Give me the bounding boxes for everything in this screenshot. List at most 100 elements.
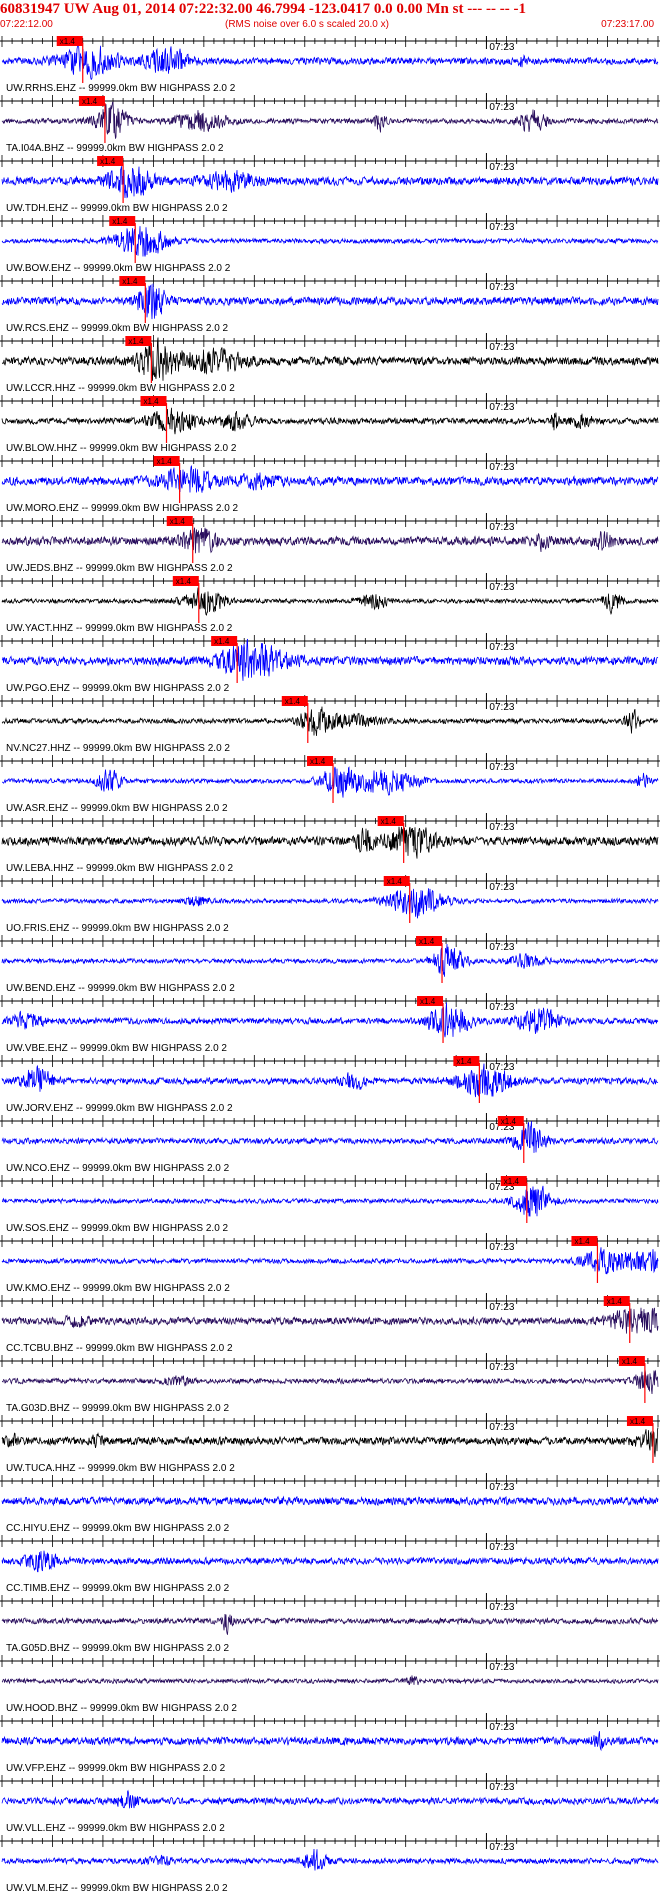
minute-label: 07:23 <box>489 222 514 233</box>
waveform <box>1 166 659 199</box>
waveform <box>1 1063 659 1098</box>
trace-row: 07:23 UW.VFP.EHZ -- 99999.0km BW HIGHPASS… <box>0 1713 660 1774</box>
minute-label: 07:23 <box>489 1362 514 1373</box>
trace-row: 07:23 UW.JEDS.BHZ -- 99999.0km BW HIGHPAS… <box>0 513 660 574</box>
trace-row: 07:23 TA.G05D.BHZ -- 99999.0km BW HIGHPAS… <box>0 1593 660 1654</box>
station-label: TA.G05D.BHZ -- 99999.0km BW HIGHPASS 2.0… <box>6 1643 229 1654</box>
record-header: 60831947 UW Aug 01, 2014 07:22:32.00 46.… <box>0 0 660 36</box>
waveform <box>1 1185 659 1217</box>
waveform <box>1 1848 659 1871</box>
waveform <box>1 1247 659 1275</box>
trace-row: 07:23 UW.YACT.HHZ -- 99999.0km BW HIGHPAS… <box>0 573 660 634</box>
pick-label: x1.4 <box>128 337 144 346</box>
pick-label: x1.4 <box>82 97 98 106</box>
pick-marker: x1.4 <box>56 36 84 83</box>
waveform <box>1 1613 659 1635</box>
pick-label: x1.4 <box>501 1117 517 1126</box>
station-label: UW.RRHS.EHZ -- 99999.0km BW HIGHPASS 2.0… <box>6 83 236 94</box>
station-label: UW.VLL.EHZ -- 99999.0km BW HIGHPASS 2.0 … <box>6 1823 225 1834</box>
trace-row: 07:23 UW.RRHS.EHZ -- 99999.0km BW HIGHPAS… <box>0 36 660 94</box>
minute-label: 07:23 <box>489 1842 514 1853</box>
waveform <box>1 888 659 919</box>
station-label: UW.MORO.EHZ -- 99999.0km BW HIGHPASS 2.0… <box>6 503 239 514</box>
waveform <box>1 43 659 80</box>
waveform <box>1 1002 659 1038</box>
station-label: UW.RCS.EHZ -- 99999.0km BW HIGHPASS 2.0 … <box>6 323 229 334</box>
minute-label: 07:23 <box>489 522 514 533</box>
minute-label: 07:23 <box>489 1242 514 1253</box>
rms-note: (RMS noise over 6.0 s scaled 20.0 x) <box>225 19 389 30</box>
trace-row: 07:23 UO.FRIS.EHZ -- 99999.0km BW HIGHPAS… <box>0 873 660 934</box>
station-label: NV.NC27.HHZ -- 99999.0km BW HIGHPASS 2.0… <box>6 743 230 754</box>
trace-row: 07:23 UW.BOW.EHZ -- 99999.0km BW HIGHPASS… <box>0 213 660 274</box>
waveform <box>1 226 659 257</box>
station-label: UW.BEND.EHZ -- 99999.0km BW HIGHPASS 2.0… <box>6 983 235 994</box>
waveform <box>1 1550 659 1573</box>
minute-label: 07:23 <box>489 942 514 953</box>
station-label: UW.VLM.EHZ -- 99999.0km BW HIGHPASS 2.0 … <box>6 1883 228 1894</box>
waveform <box>1 1427 659 1457</box>
station-label: UW.JEDS.BHZ -- 99999.0km BW HIGHPASS 2.0… <box>6 563 233 574</box>
pick-label: x1.4 <box>112 217 128 226</box>
pick-label: x1.4 <box>122 277 138 286</box>
station-label: UW.KMO.EHZ -- 99999.0km BW HIGHPASS 2.0 … <box>6 1283 230 1294</box>
pick-label: x1.4 <box>387 877 403 886</box>
minute-label: 07:23 <box>489 702 514 713</box>
trace-row: 07:23 UW.ASR.EHZ -- 99999.0km BW HIGHPASS… <box>0 753 660 814</box>
station-label: UW.YACT.HHZ -- 99999.0km BW HIGHPASS 2.0… <box>6 623 233 634</box>
pick-label: x1.4 <box>176 577 192 586</box>
minute-label: 07:23 <box>489 582 514 593</box>
minute-label: 07:23 <box>489 882 514 893</box>
station-label: UW.LEBA.HHZ -- 99999.0km BW HIGHPASS 2.0… <box>6 863 234 874</box>
waveform <box>1 1731 659 1752</box>
trace-row: 07:23 UW.KMO.EHZ -- 99999.0km BW HIGHPASS… <box>0 1233 660 1294</box>
pick-label: x1.4 <box>504 1177 520 1186</box>
station-label: TA.I04A.BHZ -- 99999.0km BW HIGHPASS 2.0… <box>6 143 224 154</box>
pick-label: x1.4 <box>310 757 326 766</box>
trace-row: 07:23 UW.MORO.EHZ -- 99999.0km BW HIGHPAS… <box>0 453 660 514</box>
pick-label: x1.4 <box>100 157 116 166</box>
start-time: 07:22:12.00 <box>0 19 53 30</box>
station-label: UW.BOW.EHZ -- 99999.0km BW HIGHPASS 2.0 … <box>6 263 231 274</box>
minute-label: 07:23 <box>489 342 514 353</box>
minute-label: 07:23 <box>489 1002 514 1013</box>
trace-row: 07:23 CC.HIYU.EHZ -- 99999.0km BW HIGHPAS… <box>0 1473 660 1534</box>
trace-row: 07:23 UW.BEND.EHZ -- 99999.0km BW HIGHPAS… <box>0 933 660 994</box>
minute-label: 07:23 <box>489 462 514 473</box>
minute-label: 07:23 <box>489 1062 514 1073</box>
trace-row: 07:23 UW.PGO.EHZ -- 99999.0km BW HIGHPASS… <box>0 633 660 694</box>
trace-row: 07:23 UW.VLM.EHZ -- 99999.0km BW HIGHPASS… <box>0 1833 660 1894</box>
minute-label: 07:23 <box>489 1722 514 1733</box>
waveform <box>2 766 659 798</box>
event-title: 60831947 UW Aug 01, 2014 07:22:32.00 46.… <box>0 1 526 17</box>
trace-row: 07:23UW.SOS.EHZ -- 99999.0km BW HIGHPASS… <box>0 1173 660 1234</box>
waveform <box>1 337 659 381</box>
station-label: UW.LCCR.HHZ -- 99999.0km BW HIGHPASS 2.0… <box>6 383 235 394</box>
trace-row: 07:23 UW.LCCR.HHZ -- 99999.0km BW HIGHPAS… <box>0 333 660 394</box>
waveform <box>1 1675 659 1686</box>
pick-label: x1.4 <box>170 517 186 526</box>
pick-label: x1.4 <box>630 1417 646 1426</box>
trace-row: 07:23 UW.RCS.EHZ -- 99999.0km BW HIGHPASS… <box>0 273 660 334</box>
minute-label: 07:23 <box>489 1482 514 1493</box>
pick-label: x1.4 <box>60 37 76 46</box>
station-label: UW.TUCA.HHZ -- 99999.0km BW HIGHPASS 2.0… <box>6 1463 235 1474</box>
minute-label: 07:23 <box>489 282 514 293</box>
waveform <box>1 101 659 139</box>
station-label: UW.HOOD.BHZ -- 99999.0km BW HIGHPASS 2.0… <box>6 1703 237 1714</box>
waveform <box>1 638 659 681</box>
waveform <box>1 527 659 554</box>
waveform <box>1 1368 659 1395</box>
trace-row: 07:23 UW.HOOD.BHZ -- 99999.0km BW HIGHPAS… <box>0 1653 660 1714</box>
minute-label: 07:23 <box>489 762 514 773</box>
trace-row: 07:23 CC.TIMB.EHZ -- 99999.0km BW HIGHPAS… <box>0 1533 660 1594</box>
station-label: UW.JORV.EHZ -- 99999.0km BW HIGHPASS 2.0… <box>6 1103 233 1114</box>
trace-row: 07:23 TA.I04A.BHZ -- 99999.0km BW HIGHPAS… <box>0 93 660 154</box>
station-label: CC.HIYU.EHZ -- 99999.0km BW HIGHPASS 2.0… <box>6 1523 230 1534</box>
trace-row: 07:23 UW.VLL.EHZ -- 99999.0km BW HIGHPASS… <box>0 1773 660 1834</box>
trace-row: 07:23 UW.JORV.EHZ -- 99999.0km BW HIGHPAS… <box>0 1053 660 1114</box>
station-label: UW.SOS.EHZ -- 99999.0km BW HIGHPASS 2.0 … <box>6 1223 229 1234</box>
minute-label: 07:23 <box>489 822 514 833</box>
waveform <box>1 1307 659 1334</box>
station-label: CC.TIMB.EHZ -- 99999.0km BW HIGHPASS 2.0… <box>6 1583 230 1594</box>
